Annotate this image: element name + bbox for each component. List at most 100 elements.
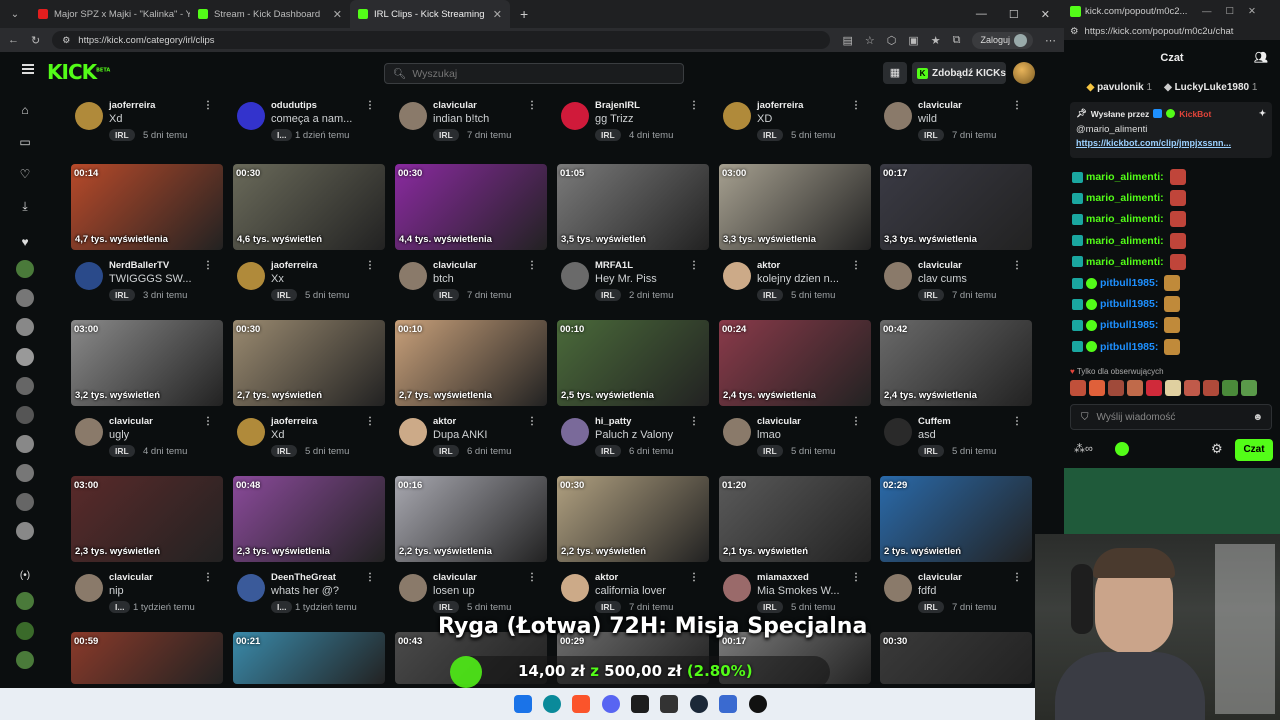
- sidebar-channel-avatar[interactable]: [16, 289, 34, 307]
- chat-send-button[interactable]: Czat: [1235, 439, 1273, 461]
- site-info-icon[interactable]: ⚙: [1070, 26, 1079, 37]
- clip-title[interactable]: nip: [109, 585, 209, 597]
- more-options-icon[interactable]: ⋮: [1012, 100, 1022, 111]
- maximize-icon[interactable]: ☐: [1009, 8, 1019, 21]
- channel-name[interactable]: clavicular: [433, 572, 477, 583]
- gifter[interactable]: ◆ LuckyLuke1980 1: [1164, 82, 1257, 93]
- chat-username[interactable]: pitbull1985:: [1100, 298, 1158, 310]
- window-controls[interactable]: —☐✕: [1202, 6, 1280, 17]
- favorite-icon[interactable]: ☆: [865, 34, 875, 47]
- channel-avatar[interactable]: [723, 262, 751, 290]
- channel-name[interactable]: clavicular: [918, 572, 962, 583]
- clip-thumbnail[interactable]: 03:00 2,3 tys. wyświetleń: [71, 476, 223, 562]
- back-icon[interactable]: ←: [8, 34, 19, 46]
- more-options-icon[interactable]: ⋮: [689, 260, 699, 271]
- category-tag[interactable]: IRL: [918, 601, 944, 613]
- more-options-icon[interactable]: ⋮: [851, 260, 861, 271]
- clip-thumbnail[interactable]: 00:14 4,7 tys. wyświetlenia: [71, 164, 223, 250]
- channel-avatar[interactable]: [237, 574, 265, 602]
- chat-username[interactable]: mario_alimenti:: [1086, 256, 1164, 268]
- pinned-link[interactable]: https://kickbot.com/clip/jmpjxssnn...: [1076, 138, 1266, 148]
- category-tag[interactable]: IRL: [757, 445, 783, 457]
- channel-avatar[interactable]: [561, 418, 589, 446]
- clip-thumbnail[interactable]: 00:59: [71, 632, 223, 684]
- channel-name[interactable]: DeenTheGreat: [271, 572, 336, 583]
- channel-avatar[interactable]: [237, 418, 265, 446]
- category-tag[interactable]: IRL: [595, 445, 621, 457]
- chat-username[interactable]: mario_alimenti:: [1086, 213, 1164, 225]
- more-options-icon[interactable]: ⋮: [203, 100, 213, 111]
- more-options-icon[interactable]: ⋮: [1012, 260, 1022, 271]
- login-button[interactable]: Zaloguj: [972, 31, 1033, 49]
- close-tab-icon[interactable]: ✕: [493, 8, 502, 21]
- bits-icon[interactable]: ⁂∞: [1074, 442, 1093, 455]
- channel-avatar[interactable]: [237, 262, 265, 290]
- clip-title[interactable]: btch: [433, 273, 533, 285]
- sidebar-channel-avatar[interactable]: [16, 522, 34, 540]
- clip-thumbnail[interactable]: 00:30 2,2 tys. wyświetleń: [557, 476, 709, 562]
- more-options-icon[interactable]: ⋮: [689, 100, 699, 111]
- clip-title[interactable]: losen up: [433, 585, 533, 597]
- clip-title[interactable]: Xd: [109, 113, 209, 125]
- more-options-icon[interactable]: ⋮: [527, 260, 537, 271]
- emote-icon[interactable]: [1127, 380, 1143, 396]
- channel-name[interactable]: jaoferreira: [757, 100, 803, 111]
- clip-thumbnail[interactable]: 00:30: [880, 632, 1032, 684]
- chat-username[interactable]: pitbull1985:: [1100, 277, 1158, 289]
- more-options-icon[interactable]: ⋮: [689, 416, 699, 427]
- channel-avatar[interactable]: [75, 574, 103, 602]
- category-tag[interactable]: IRL: [109, 129, 135, 141]
- emote-icon[interactable]: [1222, 380, 1238, 396]
- channel-name[interactable]: clavicular: [109, 572, 153, 583]
- channel-name[interactable]: clavicular: [433, 100, 477, 111]
- hamburger-icon[interactable]: [22, 64, 34, 74]
- clip-title[interactable]: wild: [918, 113, 1018, 125]
- category-tag[interactable]: IRL: [109, 445, 135, 457]
- kicks-icon[interactable]: [1115, 442, 1129, 456]
- chat-input[interactable]: ⛉ Wyślij wiadomość ☻: [1070, 404, 1272, 430]
- channel-name[interactable]: hi_patty: [595, 416, 631, 427]
- emote-icon[interactable]: [1146, 380, 1162, 396]
- clip-title[interactable]: clav cums: [918, 273, 1018, 285]
- clip-thumbnail[interactable]: 03:00 3,3 tys. wyświetlenia: [719, 164, 871, 250]
- new-tab-button[interactable]: +: [510, 6, 538, 22]
- clip-thumbnail[interactable]: 00:30 4,6 tys. wyświetleń: [233, 164, 385, 250]
- sidebar-channel-avatar[interactable]: [16, 348, 34, 366]
- clip-thumbnail[interactable]: 01:05 3,5 tys. wyświetleń: [557, 164, 709, 250]
- channel-avatar[interactable]: [399, 102, 427, 130]
- more-options-icon[interactable]: ⋮: [689, 572, 699, 583]
- extensions-icon[interactable]: ⬡: [887, 34, 897, 47]
- more-options-icon[interactable]: ⋮: [365, 100, 375, 111]
- channel-avatar[interactable]: [399, 418, 427, 446]
- sidebar-channel-avatar[interactable]: [16, 377, 34, 395]
- home-icon[interactable]: ⌂: [15, 100, 35, 120]
- clip-title[interactable]: fdfd: [918, 585, 1018, 597]
- channel-name[interactable]: jaoferreira: [109, 100, 155, 111]
- clip-thumbnail[interactable]: 00:24 2,4 tys. wyświetlenia: [719, 320, 871, 406]
- clip-title[interactable]: gg Trizz: [595, 113, 695, 125]
- more-options-icon[interactable]: ⋮: [1012, 572, 1022, 583]
- clip-title[interactable]: whats her @?: [271, 585, 371, 597]
- sidebar-channel-avatar[interactable]: [16, 406, 34, 424]
- category-tag[interactable]: IRL: [433, 129, 459, 141]
- channel-avatar[interactable]: [75, 262, 103, 290]
- more-options-icon[interactable]: ⋮: [203, 572, 213, 583]
- clip-thumbnail[interactable]: 00:16 2,2 tys. wyświetlenia: [395, 476, 547, 562]
- channel-avatar[interactable]: [561, 102, 589, 130]
- url-field[interactable]: ⚙ https://kick.com/category/irl/clips: [52, 31, 831, 49]
- channel-avatar[interactable]: [75, 102, 103, 130]
- emote-icon[interactable]: [1070, 380, 1086, 396]
- channel-avatar[interactable]: [399, 574, 427, 602]
- clip-title[interactable]: Xd: [271, 429, 371, 441]
- emote-icon[interactable]: [1165, 380, 1181, 396]
- reload-icon[interactable]: ↻: [31, 34, 40, 47]
- get-kicks-button[interactable]: K Zdobądź KICKs: [912, 62, 1006, 84]
- clip-title[interactable]: ugly: [109, 429, 209, 441]
- channel-avatar[interactable]: [723, 102, 751, 130]
- chat-message[interactable]: pitbull1985:: [1072, 274, 1181, 292]
- category-tag[interactable]: I...: [271, 601, 293, 613]
- search-input[interactable]: [412, 67, 673, 80]
- channel-avatar[interactable]: [884, 418, 912, 446]
- clip-title[interactable]: asd: [918, 429, 1018, 441]
- clip-title[interactable]: XD: [757, 113, 857, 125]
